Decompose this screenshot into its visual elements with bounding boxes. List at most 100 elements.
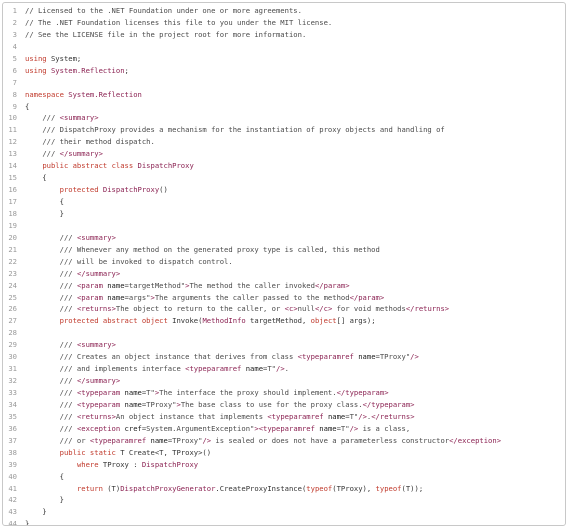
code-line: 33 /// <typeparam name=T">The interface … bbox=[3, 387, 565, 399]
line-text: protected abstract object Invoke(MethodI… bbox=[59, 316, 376, 326]
line-number: 39 bbox=[8, 459, 17, 469]
line-text: /// <typeparam name=T">The interface the… bbox=[59, 388, 389, 397]
line-number: 2 bbox=[12, 17, 17, 27]
line-text: using System.Reflection; bbox=[25, 65, 129, 75]
line-number: 19 bbox=[8, 220, 17, 230]
code-line: 4 bbox=[3, 41, 565, 53]
line-text: /// <returns>An object instance that imp… bbox=[59, 411, 415, 421]
code-viewer: 1 // Licensed to the .NET Foundation unde… bbox=[2, 2, 566, 526]
line-text bbox=[17, 327, 565, 339]
code-line: 25 /// <param name=args">The arguments t… bbox=[3, 292, 565, 304]
line-text bbox=[17, 220, 565, 232]
line-text: // The .NET Foundation licenses this fil… bbox=[25, 17, 333, 27]
line-text: { bbox=[25, 173, 47, 183]
code-line: 14 public abstract class DispatchProxy bbox=[3, 160, 565, 172]
line-number: 23 bbox=[8, 268, 17, 278]
code-line: 27 protected abstract object Invoke(Meth… bbox=[3, 315, 565, 327]
line-text: /// <exception cref=System.ArgumentExcep… bbox=[59, 423, 411, 433]
line-number: 8 bbox=[12, 89, 17, 99]
line-number: 37 bbox=[8, 435, 17, 445]
code-line: 13 /// </summary> bbox=[3, 148, 565, 160]
line-number: 43 bbox=[8, 507, 17, 517]
line-text: /// <typeparam name=TProxy">The base cla… bbox=[59, 399, 415, 409]
line-number: 12 bbox=[8, 137, 17, 147]
line-number: 6 bbox=[12, 65, 17, 75]
code-line: 29 /// <summary> bbox=[3, 339, 565, 351]
code-line: 40 { bbox=[3, 471, 565, 483]
line-text: public static T Create<T, TProxy>() bbox=[59, 447, 212, 457]
line-text: /// their method dispatch. bbox=[42, 137, 155, 147]
line-number: 28 bbox=[8, 328, 17, 338]
line-text: /// </summary> bbox=[59, 376, 121, 386]
code-line: 7 bbox=[3, 77, 565, 89]
code-line: 22 /// will be invoked to dispatch contr… bbox=[3, 256, 565, 268]
line-number: 10 bbox=[8, 113, 17, 123]
line-number: 34 bbox=[8, 399, 17, 409]
code-line: 9{ bbox=[3, 101, 565, 113]
code-line: 21 /// Whenever any method on the genera… bbox=[3, 244, 565, 256]
line-text: /// <summary> bbox=[42, 113, 99, 123]
code-line: 16 protected DispatchProxy() bbox=[3, 184, 565, 196]
line-text bbox=[17, 77, 565, 89]
code-line: 28 bbox=[3, 327, 565, 339]
code-line: 44} bbox=[3, 518, 565, 526]
line-text: /// <param name=targetMethod">The method… bbox=[59, 280, 350, 290]
line-text: /// Whenever any method on the generated… bbox=[59, 244, 380, 254]
line-number: 17 bbox=[8, 197, 17, 206]
line-number: 27 bbox=[8, 316, 17, 326]
code-line: 6 using System.Reflection; bbox=[3, 65, 565, 77]
code-line: 8 namespace System.Reflection bbox=[3, 89, 565, 101]
line-text: } bbox=[25, 507, 47, 517]
line-number: 38 bbox=[8, 447, 17, 457]
code-line: 39 where TProxy : DispatchProxy bbox=[3, 459, 565, 471]
line-text: } bbox=[25, 519, 30, 526]
line-text: public abstract class DispatchProxy bbox=[42, 161, 194, 171]
code-line: 42 } bbox=[3, 494, 565, 506]
code-line: 2 // The .NET Foundation licenses this fi… bbox=[3, 17, 565, 29]
code-lines: 1 // Licensed to the .NET Foundation unde… bbox=[3, 5, 565, 526]
line-number: 5 bbox=[12, 53, 17, 63]
code-line: 18 } bbox=[3, 208, 565, 220]
code-line: 35 /// <returns>An object instance that … bbox=[3, 411, 565, 423]
line-number: 11 bbox=[8, 125, 17, 135]
code-line: 37 /// or <typeparamref name=TProxy"/> i… bbox=[3, 435, 565, 447]
code-line: 24 /// <param name=targetMethod">The met… bbox=[3, 280, 565, 292]
line-number: 25 bbox=[8, 292, 17, 302]
line-text: protected DispatchProxy() bbox=[59, 185, 168, 195]
code-line: 3 // See the LICENSE file in the project … bbox=[3, 29, 565, 41]
line-number: 35 bbox=[8, 411, 17, 421]
line-number: 42 bbox=[8, 495, 17, 505]
line-number: 40 bbox=[8, 471, 17, 481]
code-line: 36 /// <exception cref=System.ArgumentEx… bbox=[3, 423, 565, 435]
line-number: 15 bbox=[8, 173, 17, 183]
line-number: 1 bbox=[12, 6, 17, 15]
line-number: 33 bbox=[8, 388, 17, 397]
line-text: // Licensed to the .NET Foundation under… bbox=[25, 6, 302, 15]
code-line: 19 bbox=[3, 220, 565, 232]
line-number: 41 bbox=[8, 483, 17, 493]
line-text: } bbox=[25, 495, 64, 505]
line-number: 22 bbox=[8, 256, 17, 266]
code-line: 15 { bbox=[3, 172, 565, 184]
line-text: // See the LICENSE file in the project r… bbox=[25, 29, 307, 39]
line-text: /// <returns>The object to return to the… bbox=[59, 304, 450, 314]
code-line: 43 } bbox=[3, 506, 565, 518]
line-text: /// </summary> bbox=[42, 149, 103, 159]
line-number: 7 bbox=[12, 77, 17, 87]
line-text: using System; bbox=[25, 53, 82, 63]
code-line: 1 // Licensed to the .NET Foundation unde… bbox=[3, 5, 565, 17]
line-number: 29 bbox=[8, 340, 17, 350]
line-number: 3 bbox=[12, 29, 17, 39]
line-text: /// <param name=args">The arguments the … bbox=[59, 292, 385, 302]
line-number: 20 bbox=[8, 232, 17, 242]
line-number: 32 bbox=[8, 376, 17, 386]
code-line: 17 { bbox=[3, 196, 565, 208]
code-line: 38 public static T Create<T, TProxy>() bbox=[3, 447, 565, 459]
line-number: 36 bbox=[8, 423, 17, 433]
line-text: { bbox=[25, 471, 64, 481]
code-line: 23 /// </summary> bbox=[3, 268, 565, 280]
line-text: /// </summary> bbox=[59, 268, 121, 278]
line-number: 13 bbox=[8, 149, 17, 159]
code-line: 12 /// their method dispatch. bbox=[3, 136, 565, 148]
line-number: 16 bbox=[8, 185, 17, 195]
